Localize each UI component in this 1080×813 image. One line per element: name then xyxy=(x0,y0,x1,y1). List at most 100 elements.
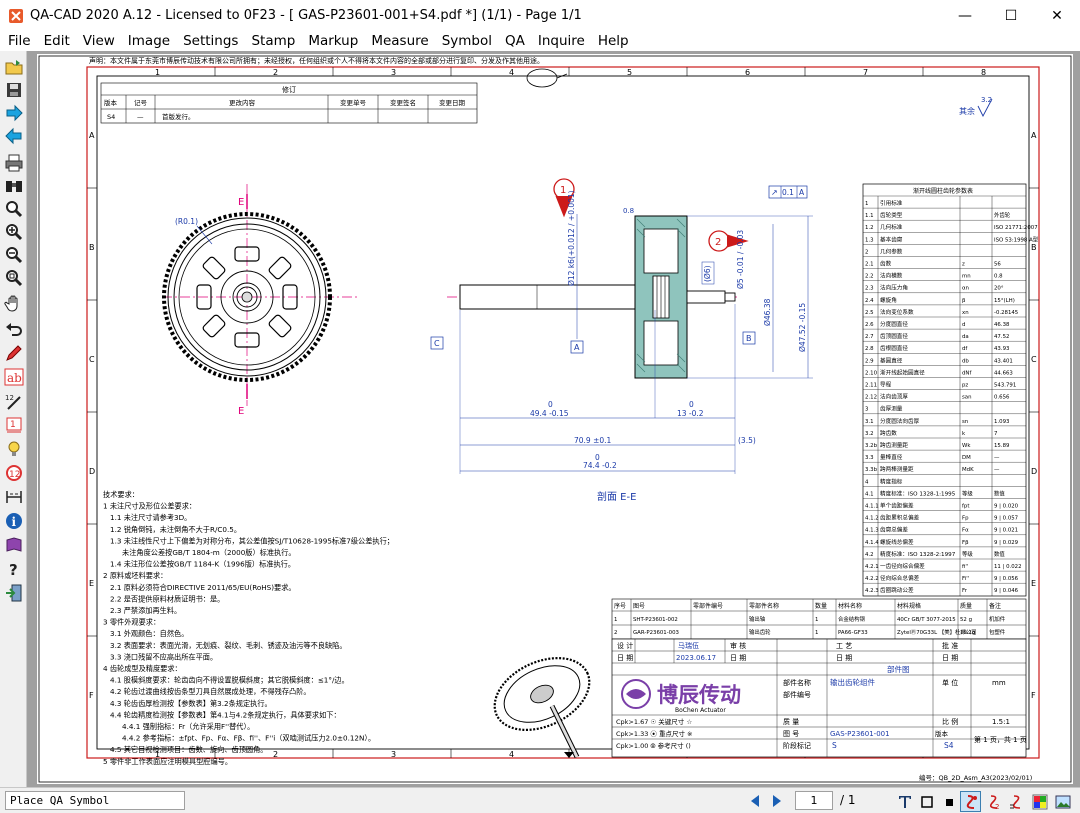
zone-row-f: F xyxy=(89,691,94,700)
zoom-icon[interactable] xyxy=(2,197,25,220)
text-t-icon xyxy=(898,795,911,808)
close-button[interactable]: ✕ xyxy=(1034,0,1080,31)
menu-measure[interactable]: Measure xyxy=(365,31,435,51)
rev-h-order: 变更单号 xyxy=(340,98,367,107)
print-icon[interactable] xyxy=(2,151,25,174)
menu-symbol[interactable]: Symbol xyxy=(436,31,499,51)
exit-icon[interactable] xyxy=(2,581,25,604)
menu-edit[interactable]: Edit xyxy=(38,31,77,51)
menu-markup[interactable]: Markup xyxy=(302,31,365,51)
binoculars-icon[interactable] xyxy=(2,174,25,197)
dim-len2-lower: 13 -0.2 xyxy=(677,409,704,418)
gear-cell: 2 xyxy=(865,249,868,255)
menu-stamp[interactable]: Stamp xyxy=(245,31,302,51)
numbering-icon[interactable]: 12 xyxy=(2,389,25,412)
menu-qa[interactable]: QA xyxy=(499,31,532,51)
text-tool-button[interactable] xyxy=(894,791,915,812)
gear-cell: 9 | 0.057 xyxy=(994,516,1018,522)
datum-c: C xyxy=(434,339,440,348)
zone-col-8: 8 xyxy=(981,68,986,77)
gear-cell: DM xyxy=(962,455,971,461)
zoom-window-icon[interactable] xyxy=(2,266,25,289)
drawing-sheet[interactable]: 声明：本文件属于东莞市博辰传动技术有限公司所拥有；未经授权，任何组织或个人不得将… xyxy=(37,54,1073,784)
gear-cell: fi'' xyxy=(962,564,968,570)
rev-h-mark: 记号 xyxy=(134,99,148,107)
gear-cell: 跨两棒测量距 xyxy=(880,465,914,473)
lightbulb-icon[interactable] xyxy=(2,437,25,460)
previous-icon[interactable] xyxy=(2,124,25,147)
bom-cell: 材料规格 xyxy=(897,602,921,610)
qa-symbol-alt-button[interactable]: 2 xyxy=(983,791,1004,812)
menu-image[interactable]: Image xyxy=(122,31,177,51)
tb-date-label: 日 期 xyxy=(617,654,633,662)
gear-cell: -0.28145 xyxy=(994,310,1018,316)
zone-col-1: 1 xyxy=(155,68,160,77)
tb-process-label: 工 艺 xyxy=(836,642,852,650)
gear-cell: 导程 xyxy=(880,381,892,389)
page-number-input[interactable]: 1 xyxy=(795,791,833,810)
dimension-icon[interactable] xyxy=(2,485,25,508)
gear-cell: 4.2.3 xyxy=(865,588,879,594)
bom-cell: 2 xyxy=(614,630,617,636)
dim-hub-diameter: (Ø6) xyxy=(703,265,712,282)
text-ab-icon[interactable]: ab xyxy=(2,365,25,388)
book-icon[interactable] xyxy=(2,533,25,556)
gear-cell: 齿根圆直径 xyxy=(880,344,908,352)
menu-settings[interactable]: Settings xyxy=(177,31,245,51)
color-palette-button[interactable] xyxy=(1029,791,1050,812)
gear-cell: 9 | 0.021 xyxy=(994,528,1018,534)
rectangle-tool-button[interactable] xyxy=(916,791,937,812)
document-viewport[interactable]: 声明：本文件属于东莞市博辰传动技术有限公司所拥有；未经授权，任何组织或个人不得将… xyxy=(27,51,1080,787)
menu-view[interactable]: View xyxy=(77,31,122,51)
prev-page-button[interactable] xyxy=(745,791,765,811)
gear-cell: 精度标准：ISO 1328-1:1995 xyxy=(880,489,956,497)
tb-designer: 马瑞伍 xyxy=(678,641,699,650)
rectangle-stamp-icon[interactable]: 1 xyxy=(2,413,25,436)
open-folder-icon[interactable] xyxy=(2,55,25,78)
tb-scale: 1.5:1 xyxy=(992,718,1010,726)
gear-cell: fpt xyxy=(962,504,969,510)
radius-label: (R0.1) xyxy=(175,217,198,226)
gear-cell: 2.1 xyxy=(865,262,874,268)
rectangle-icon xyxy=(920,795,933,808)
menu-file[interactable]: File xyxy=(2,31,38,51)
menu-help[interactable]: Help xyxy=(592,31,636,51)
qa-symbol-list-button[interactable] xyxy=(1006,791,1027,812)
minimize-button[interactable]: — xyxy=(942,0,988,31)
square-tool-button[interactable] xyxy=(938,791,959,812)
bom-cell: 备注 xyxy=(989,602,1001,610)
gear-cell: 7 xyxy=(994,431,997,437)
bom-cell: 质量 xyxy=(960,602,972,610)
maximize-button[interactable]: ☐ xyxy=(988,0,1034,31)
image-button[interactable] xyxy=(1052,791,1073,812)
tech-req-line: 4.5 其它目视检测项目：齿数、旋向、齿顶圆角。 xyxy=(110,745,267,754)
gear-cell: 引用标准 xyxy=(880,199,903,207)
gear-cell: 几何标准 xyxy=(880,223,903,231)
dim-len1-lower: 49.4 -0.15 xyxy=(530,409,569,418)
bom-cell: 合金结构钢 xyxy=(838,615,865,623)
gear-cell: 15°(LH) xyxy=(994,298,1015,304)
gear-cell: 跨齿数 xyxy=(880,429,897,437)
bom-cell: 图号 xyxy=(633,603,645,610)
next-page-button[interactable] xyxy=(767,791,787,811)
save-icon[interactable] xyxy=(2,78,25,101)
gear-cell: 20° xyxy=(994,286,1004,292)
tech-req-line: 1.2 锐角倒钝，未注倒角不大于R/C0.5。 xyxy=(110,525,241,534)
undo-icon[interactable] xyxy=(2,317,25,340)
gear-cell: 15.89 xyxy=(994,443,1010,449)
pan-hand-icon[interactable] xyxy=(2,291,25,314)
bom-cell: 40Cr GB/T 3077-2015 xyxy=(897,617,956,623)
runout-value: 0.1 xyxy=(782,188,794,197)
help-icon[interactable]: ? xyxy=(2,557,25,580)
qa-symbol-tool-button[interactable] xyxy=(960,791,981,812)
gear-cell: d xyxy=(962,322,965,328)
zoom-out-icon[interactable] xyxy=(2,243,25,266)
info-icon[interactable]: i xyxy=(2,509,25,532)
menu-inquire[interactable]: Inquire xyxy=(532,31,592,51)
zoom-in-icon[interactable] xyxy=(2,220,25,243)
zone-row-c-right: C xyxy=(1031,355,1037,364)
next-icon[interactable] xyxy=(2,101,25,124)
tb-part-name-label: 部件名称 xyxy=(783,678,811,687)
pen-icon[interactable] xyxy=(2,341,25,364)
qa-balloon-icon[interactable]: 12 xyxy=(2,461,25,484)
